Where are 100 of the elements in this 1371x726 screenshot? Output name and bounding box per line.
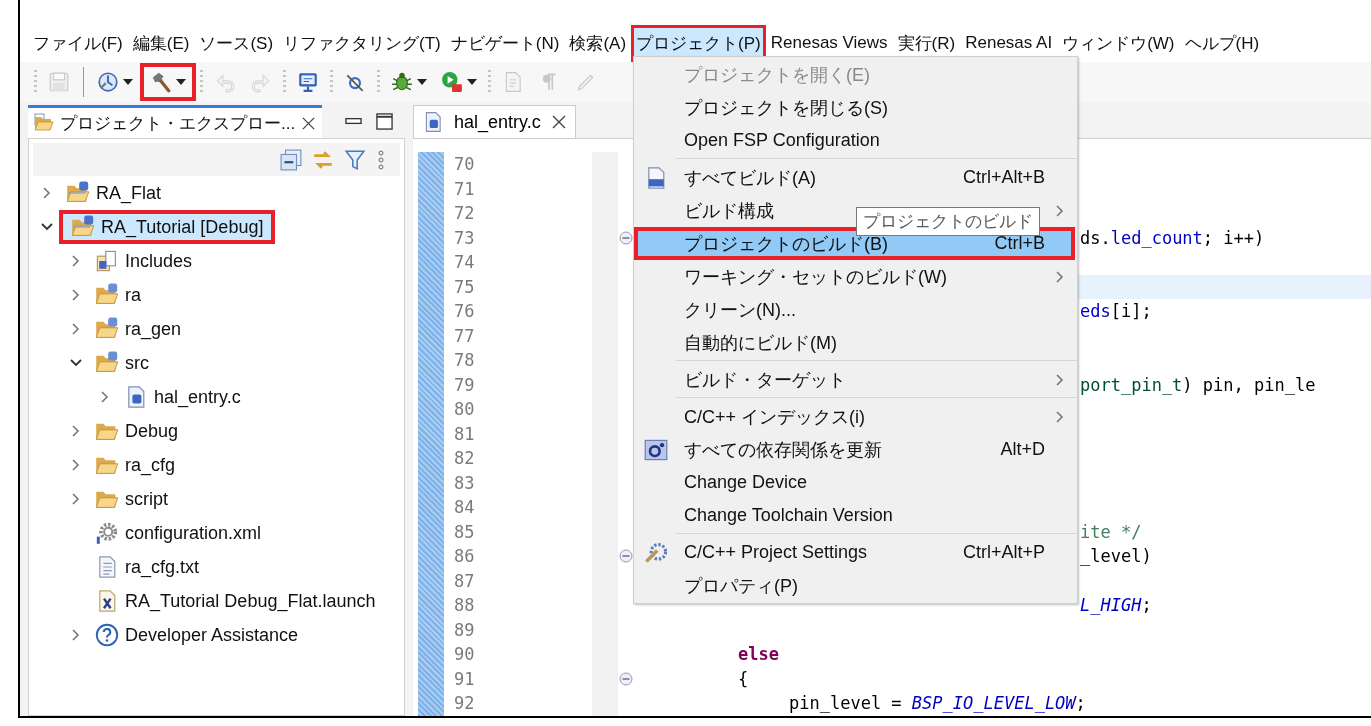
play-icon bbox=[441, 71, 463, 93]
tree-item[interactable]: ra bbox=[88, 278, 148, 312]
chevron-right-icon[interactable] bbox=[1054, 409, 1066, 424]
tree-item[interactable]: RA_Tutorial [Debug] bbox=[59, 210, 276, 244]
line-number: 75 bbox=[454, 276, 475, 297]
chevron-right-icon[interactable] bbox=[70, 458, 82, 472]
gear-icon bbox=[95, 521, 119, 545]
menu-bar-item[interactable]: 編集(E) bbox=[127, 24, 195, 62]
menu-bar-item[interactable]: ナビゲート(N) bbox=[445, 24, 565, 62]
tree-item[interactable]: RA_Tutorial Debug_Flat.launch bbox=[88, 584, 383, 618]
collapse-all-icon[interactable] bbox=[280, 148, 302, 171]
menu-item[interactable]: プロジェクトを閉じる(S) bbox=[684, 97, 888, 118]
source-folder-icon bbox=[95, 317, 119, 341]
menu-bar-item[interactable]: Renesas Views bbox=[765, 26, 893, 60]
settings-icon bbox=[644, 540, 668, 565]
line-number: 71 bbox=[454, 178, 475, 199]
line-number: 77 bbox=[454, 325, 475, 346]
caret-icon bbox=[417, 79, 427, 85]
tree-item[interactable]: Debug bbox=[88, 414, 186, 448]
chevron-right-icon[interactable] bbox=[70, 424, 82, 438]
folder-icon bbox=[34, 113, 54, 133]
menu-bar-item[interactable]: Renesas AI bbox=[960, 26, 1058, 60]
tree-item[interactable]: script bbox=[88, 482, 175, 516]
line-number: 85 bbox=[454, 521, 475, 542]
menu-item[interactable]: ビルド構成 bbox=[684, 200, 774, 221]
code-line: { bbox=[738, 668, 749, 689]
build-tooltip: プロジェクトのビルド bbox=[856, 207, 1040, 236]
fold-icon[interactable] bbox=[619, 230, 633, 245]
tree-item[interactable]: ra_cfg bbox=[88, 448, 183, 482]
line-number: 91 bbox=[454, 668, 475, 689]
maximize-icon[interactable] bbox=[376, 113, 393, 130]
menu-item[interactable]: プロパティ(P) bbox=[684, 575, 798, 596]
menu-item[interactable]: すべてビルド(A) bbox=[684, 167, 816, 188]
chevron-right-icon[interactable] bbox=[70, 628, 82, 642]
menu-item[interactable]: 自動的にビルド(M) bbox=[684, 332, 837, 353]
source-folder-icon bbox=[95, 283, 119, 307]
fold-icon[interactable] bbox=[619, 549, 633, 564]
menu-bar-item[interactable]: リファクタリング(T) bbox=[278, 24, 446, 62]
help-icon bbox=[95, 623, 119, 647]
tree-item[interactable]: Includes bbox=[88, 244, 200, 278]
hammer-icon bbox=[150, 71, 172, 93]
menu-item[interactable]: クリーン(N)... bbox=[684, 299, 796, 320]
tree-item[interactable]: ra_gen bbox=[88, 312, 189, 346]
tree-item[interactable]: configuration.xml bbox=[88, 516, 269, 550]
menu-item[interactable]: Change Device bbox=[684, 472, 808, 492]
code-line: _level) bbox=[1080, 546, 1152, 567]
tree-item[interactable]: ra_cfg.txt bbox=[88, 550, 207, 584]
code-line: port_pin_t) pin, pin_le bbox=[1080, 374, 1316, 395]
chevron-right-icon[interactable] bbox=[70, 254, 82, 268]
chevron-right-icon[interactable] bbox=[99, 390, 111, 404]
menu-item[interactable]: C/C++ インデックス(i) bbox=[684, 406, 865, 427]
caret-icon bbox=[176, 79, 186, 85]
tree-item[interactable]: hal_entry.c bbox=[117, 380, 248, 414]
tree-item[interactable]: src bbox=[88, 346, 156, 380]
menu-item[interactable]: C/C++ Project Settings bbox=[684, 542, 868, 562]
chevron-right-icon[interactable] bbox=[1054, 203, 1066, 218]
menu-bar-item[interactable]: ウィンドウ(W) bbox=[1057, 24, 1180, 62]
close-icon[interactable] bbox=[550, 114, 567, 130]
build-button[interactable] bbox=[140, 63, 196, 101]
chevron-right-icon[interactable] bbox=[70, 288, 82, 302]
menu-bar-item[interactable]: ファイル(F) bbox=[28, 24, 128, 62]
chevron-right-icon[interactable] bbox=[41, 186, 53, 200]
menu-bar-item[interactable]: ソース(S) bbox=[194, 24, 279, 62]
chevron-right-icon[interactable] bbox=[1054, 372, 1066, 387]
includes-icon bbox=[95, 249, 119, 273]
tree-item[interactable]: RA_Flat bbox=[59, 176, 169, 210]
caret-icon bbox=[467, 79, 477, 85]
fold-icon[interactable] bbox=[619, 671, 633, 686]
code-line: ite */ bbox=[1080, 521, 1142, 542]
editor-tab[interactable]: hal_entry.c bbox=[413, 105, 576, 138]
menu-item[interactable]: ビルド・ターゲット bbox=[684, 369, 846, 390]
chevron-right-icon[interactable] bbox=[1054, 269, 1066, 284]
filter-icon[interactable] bbox=[344, 148, 366, 171]
source-folder-icon bbox=[95, 351, 119, 375]
code-line: eds[i]; bbox=[1080, 301, 1152, 322]
logo-icon bbox=[644, 437, 668, 462]
shortcut-label: Alt+D bbox=[1000, 439, 1045, 460]
tree-item[interactable]: Developer Assistance bbox=[88, 618, 306, 652]
chevron-right-icon[interactable] bbox=[70, 322, 82, 336]
bug-icon bbox=[391, 71, 413, 93]
line-number: 88 bbox=[454, 595, 475, 616]
line-number: 92 bbox=[454, 693, 475, 714]
pen-icon bbox=[574, 71, 596, 93]
line-number: 90 bbox=[454, 644, 475, 665]
close-icon[interactable] bbox=[301, 115, 317, 131]
line-number: 73 bbox=[454, 227, 475, 248]
save-icon bbox=[48, 71, 70, 93]
line-number: 78 bbox=[454, 350, 475, 371]
menu-item[interactable]: Open FSP Configuration bbox=[684, 130, 880, 150]
menu-item[interactable]: Change Toolchain Version bbox=[684, 505, 893, 525]
menu-bar-item[interactable]: ヘルプ(H) bbox=[1179, 24, 1265, 62]
menu-item[interactable]: すべての依存関係を更新 bbox=[684, 439, 882, 460]
line-number: 70 bbox=[454, 154, 475, 175]
more-icon[interactable] bbox=[376, 148, 386, 171]
menu-item[interactable]: ワーキング・セットのビルド(W) bbox=[684, 266, 947, 287]
chevron-right-icon[interactable] bbox=[70, 492, 82, 506]
explorer-tab[interactable]: プロジェクト・エクスプロー... bbox=[28, 105, 323, 138]
menu-bar-item[interactable]: 検索(A) bbox=[564, 24, 632, 62]
shortcut-label: Ctrl+Alt+B bbox=[962, 167, 1045, 188]
shortcut-label: Ctrl+Alt+P bbox=[962, 542, 1045, 563]
